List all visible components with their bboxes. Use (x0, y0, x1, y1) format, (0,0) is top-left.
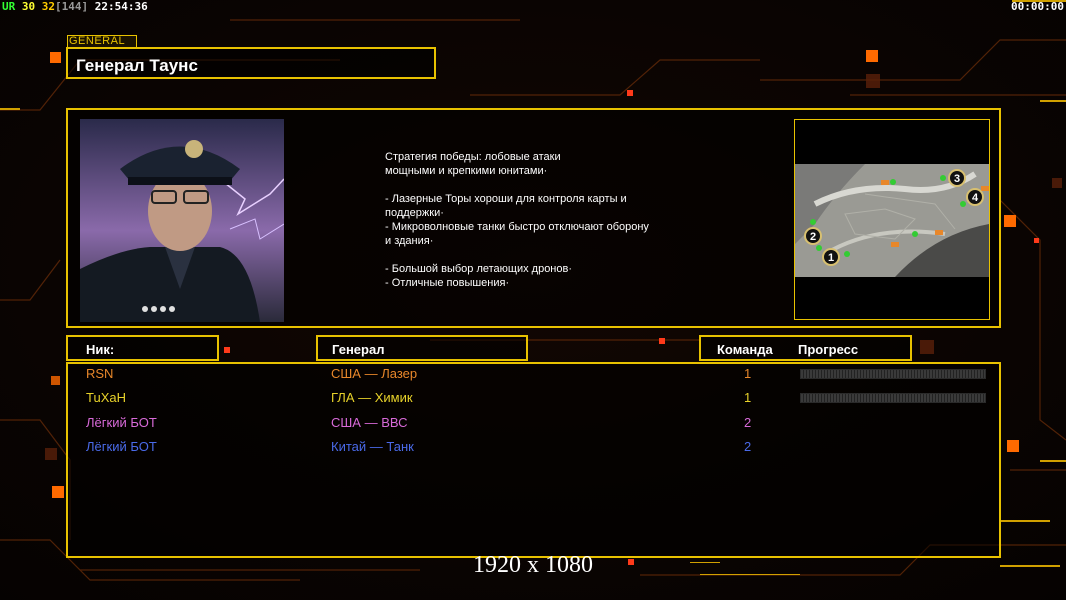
player-nick: Лёгкий БОТ (86, 439, 157, 454)
header-progress-label: Прогресс (798, 342, 859, 357)
start-position-2: 2 (804, 227, 822, 245)
header-nick: Ник: (66, 335, 219, 361)
header-nick-label: Ник: (86, 342, 115, 357)
start-label-2: 2 (810, 231, 816, 243)
start-position-4: 4 (966, 188, 984, 206)
header-team-label: Команда (717, 342, 773, 357)
general-title-box: Генерал Таунс (66, 47, 436, 79)
player-list: RSN США — Лазер 1 TuXaH ГЛА — Химик 1 Лёгкий Б… (66, 362, 1001, 558)
player-general: Китай — Танк (331, 439, 414, 454)
fps-value: 30 (21, 0, 36, 13)
player-team: 1 (744, 390, 752, 405)
general-description: Стратегия победы: лобовые атаки мощными … (385, 151, 649, 289)
header-team-progress: Команда Прогресс (699, 335, 912, 361)
player-nick: Лёгкий БОТ (86, 415, 157, 430)
player-general: США — ВВС (331, 415, 408, 430)
player-nick: RSN (86, 366, 114, 381)
progress-bar (800, 369, 986, 379)
general-info-panel: Стратегия победы: лобовые атаки мощными … (66, 108, 1001, 328)
general-name: Генерал Таунс (76, 56, 198, 75)
minimap: 1 2 3 4 (794, 119, 990, 320)
player-nick: TuXaH (86, 390, 126, 405)
player-team: 2 (744, 415, 752, 430)
start-label-1: 1 (828, 252, 834, 264)
start-position-3: 3 (948, 169, 966, 187)
player-team: 2 (744, 439, 752, 454)
player-team: 1 (744, 366, 752, 381)
player-general: ГЛА — Химик (331, 390, 413, 405)
general-portrait (80, 119, 284, 322)
header-general: Генерал (316, 335, 528, 361)
start-position-1: 1 (822, 248, 840, 266)
start-label-4: 4 (972, 192, 979, 204)
game-timer: 00:00:00 (1011, 0, 1064, 13)
fps-value-2: 32 (41, 0, 55, 13)
header-general-label: Генерал (332, 342, 385, 357)
player-general: США — Лазер (331, 366, 418, 381)
start-label-3: 3 (954, 173, 960, 185)
progress-bar (800, 393, 986, 403)
clock: 22:54:36 (94, 0, 148, 13)
resolution-label: 1920 x 1080 (473, 552, 593, 578)
fps-counter: UR 30 32[144] 22:54:36 (2, 0, 148, 13)
fps-max: [144] (55, 0, 89, 13)
ur-label: UR (2, 0, 16, 13)
